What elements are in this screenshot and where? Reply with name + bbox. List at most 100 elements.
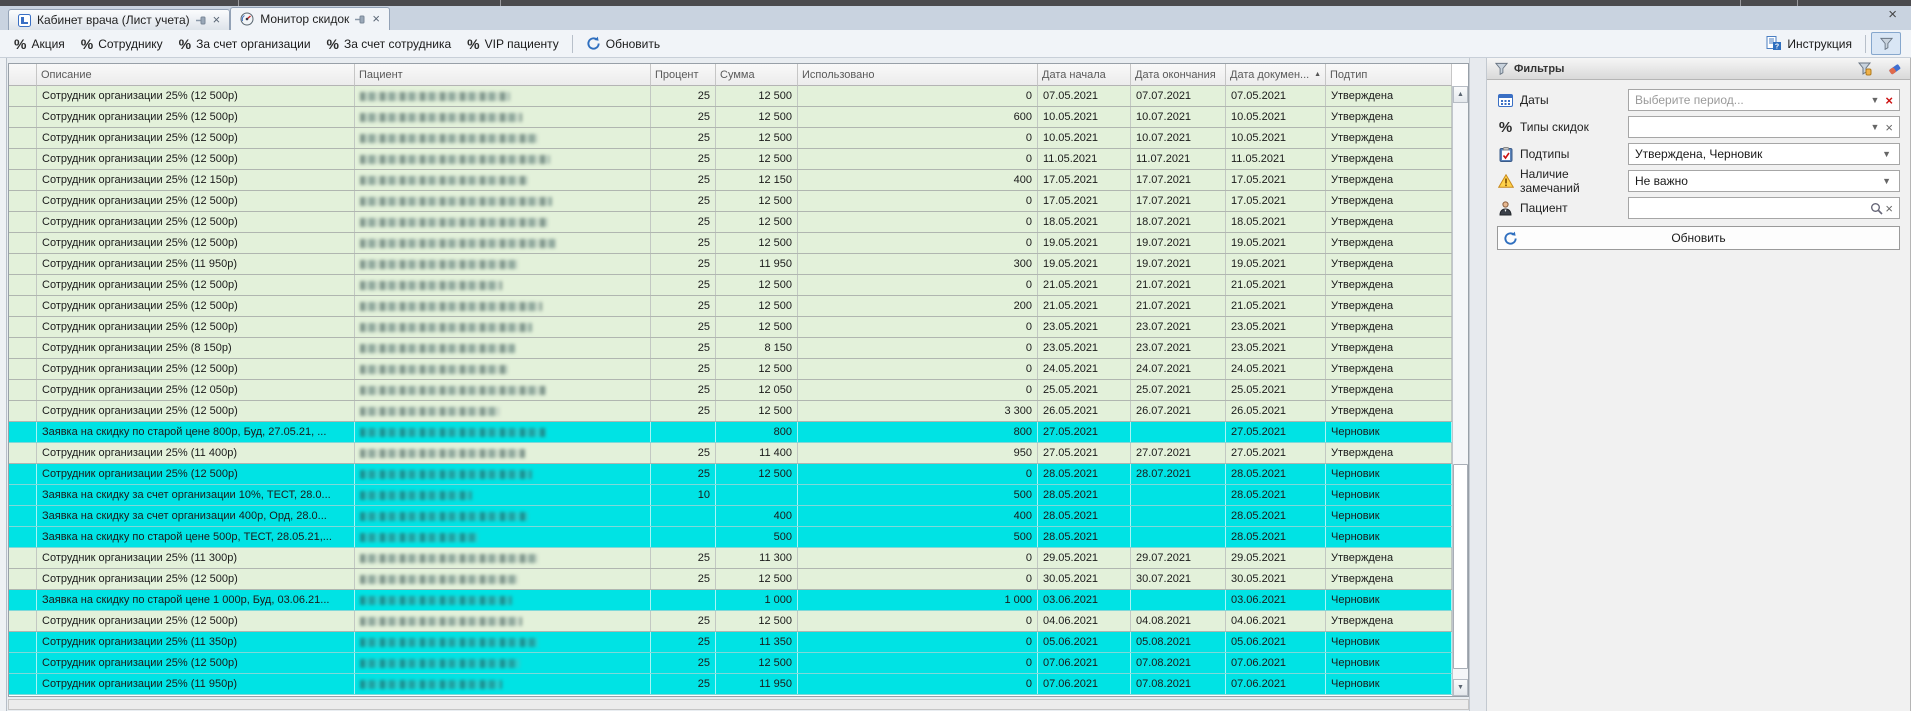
clear-red-icon[interactable]: × xyxy=(1883,93,1895,108)
table-row[interactable]: Сотрудник организации 25% (12 500р)2512 … xyxy=(9,86,1452,107)
scroll-up-icon[interactable]: ▲ xyxy=(1453,86,1468,103)
table-row[interactable]: Сотрудник организации 25% (12 500р)2512 … xyxy=(9,569,1452,590)
cell-start: 24.05.2021 xyxy=(1038,359,1131,379)
table-row[interactable]: Сотрудник организации 25% (11 400р)2511 … xyxy=(9,443,1452,464)
table-row[interactable]: Заявка на скидку по старой цене 800р, Бу… xyxy=(9,422,1452,443)
cell-used: 0 xyxy=(798,233,1038,253)
cell-used: 0 xyxy=(798,191,1038,211)
pin-icon[interactable] xyxy=(196,15,207,26)
left-panel-edge[interactable] xyxy=(0,58,7,711)
table-row[interactable]: Сотрудник организации 25% (11 350р)2511 … xyxy=(9,632,1452,653)
cell-sum: 12 500 xyxy=(716,212,798,232)
horizontal-scrollbar[interactable] xyxy=(8,699,1469,710)
table-row[interactable]: Сотрудник организации 25% (12 500р)2512 … xyxy=(9,191,1452,212)
chevron-down-icon[interactable]: ▼ xyxy=(1878,149,1895,159)
cell-subtype: Утверждена xyxy=(1326,107,1452,127)
table-row[interactable]: Сотрудник организации 25% (11 950р)2511 … xyxy=(9,674,1452,695)
clear-icon[interactable]: × xyxy=(1883,120,1895,135)
close-tab-icon[interactable]: × xyxy=(213,15,221,25)
chevron-down-icon[interactable]: ▼ xyxy=(1866,95,1883,105)
table-row[interactable]: Сотрудник организации 25% (12 500р)2512 … xyxy=(9,464,1452,485)
eraser-icon[interactable] xyxy=(1887,62,1902,75)
filter-discount-types-field[interactable]: ▼× xyxy=(1628,116,1900,138)
cell-doc: 17.05.2021 xyxy=(1226,170,1326,190)
row-indicator-cell xyxy=(9,170,37,190)
filter-remarks-field[interactable]: Не важно▼ xyxy=(1628,170,1900,192)
cell-subtype: Черновик xyxy=(1326,485,1452,505)
cell-sum: 11 950 xyxy=(716,254,798,274)
table-row[interactable]: Сотрудник организации 25% (12 500р)2512 … xyxy=(9,275,1452,296)
cell-start: 05.06.2021 xyxy=(1038,632,1131,652)
table-row[interactable]: Сотрудник организации 25% (11 950р)2511 … xyxy=(9,254,1452,275)
column-header-1[interactable]: Описание xyxy=(37,64,355,86)
refresh-button[interactable]: Обновить xyxy=(578,33,668,54)
table-row[interactable]: Сотрудник организации 25% (12 500р)2512 … xyxy=(9,317,1452,338)
table-row[interactable]: Сотрудник организации 25% (12 500р)2512 … xyxy=(9,401,1452,422)
column-header-2[interactable]: Пациент xyxy=(355,64,651,86)
patient-name-redacted xyxy=(360,197,552,206)
filter-patient-field[interactable]: × xyxy=(1628,197,1900,219)
column-header-4[interactable]: Сумма xyxy=(716,64,798,86)
chevron-down-icon[interactable]: ▼ xyxy=(1878,176,1895,186)
column-header-8[interactable]: Дата докумен...▲ xyxy=(1226,64,1326,86)
column-header-3[interactable]: Процент xyxy=(651,64,716,86)
table-row[interactable]: Сотрудник организации 25% (12 500р)2512 … xyxy=(9,611,1452,632)
chevron-down-icon[interactable]: ▼ xyxy=(1866,122,1883,132)
toolbar-discount-button-1[interactable]: %Акция xyxy=(6,33,73,55)
filter-subtypes-field[interactable]: Утверждена, Черновик▼ xyxy=(1628,143,1900,165)
close-window-icon[interactable]: × xyxy=(1888,8,1897,22)
scrollbar-thumb[interactable] xyxy=(1453,464,1468,668)
scroll-down-icon[interactable]: ▼ xyxy=(1453,679,1468,696)
table-row[interactable]: Заявка на скидку по старой цене 500р, ТЕ… xyxy=(9,527,1452,548)
row-indicator-cell xyxy=(9,506,37,526)
table-row[interactable]: Сотрудник организации 25% (12 500р)2512 … xyxy=(9,128,1452,149)
toolbar-discount-button-5[interactable]: %VIP пациенту xyxy=(459,33,567,55)
table-row[interactable]: Сотрудник организации 25% (12 150р)2512 … xyxy=(9,170,1452,191)
pin-icon[interactable] xyxy=(355,14,366,25)
save-filter-icon[interactable] xyxy=(1858,62,1873,76)
instruction-button[interactable]: ? Инструкция xyxy=(1758,33,1860,54)
row-indicator-cell xyxy=(9,527,37,547)
cell-subtype: Утверждена xyxy=(1326,86,1452,106)
table-row[interactable]: Сотрудник организации 25% (12 500р)2512 … xyxy=(9,233,1452,254)
table-row[interactable]: Сотрудник организации 25% (12 500р)2512 … xyxy=(9,212,1452,233)
cell-sum: 12 500 xyxy=(716,569,798,589)
cell-start: 27.05.2021 xyxy=(1038,422,1131,442)
toolbar-discount-button-4[interactable]: %За счет сотрудника xyxy=(319,33,460,55)
cell-desc: Сотрудник организации 25% (12 500р) xyxy=(37,464,355,484)
column-header-9[interactable]: Подтип xyxy=(1326,64,1452,86)
cell-end: 26.07.2021 xyxy=(1131,401,1226,421)
table-row[interactable]: Сотрудник организации 25% (12 500р)2512 … xyxy=(9,653,1452,674)
table-row[interactable]: Сотрудник организации 25% (12 500р)2512 … xyxy=(9,149,1452,170)
table-row[interactable]: Сотрудник организации 25% (12 500р)2512 … xyxy=(9,107,1452,128)
tab-discount-monitor[interactable]: Монитор скидок × xyxy=(230,7,390,30)
table-row[interactable]: Заявка на скидку за счет организации 400… xyxy=(9,506,1452,527)
toolbar-discount-button-3[interactable]: %За счет организации xyxy=(171,33,319,55)
column-header-7[interactable]: Дата окончания xyxy=(1131,64,1226,86)
filter-panel-toggle-button[interactable] xyxy=(1871,32,1901,55)
vertical-scrollbar[interactable]: ▲ ▼ xyxy=(1452,86,1468,696)
cell-end: 24.07.2021 xyxy=(1131,359,1226,379)
cell-start: 26.05.2021 xyxy=(1038,401,1131,421)
tab-doctor-cabinet[interactable]: Кабинет врача (Лист учета) × xyxy=(8,9,230,30)
column-header-6[interactable]: Дата начала xyxy=(1038,64,1131,86)
table-row[interactable]: Сотрудник организации 25% (12 050р)2512 … xyxy=(9,380,1452,401)
table-row[interactable]: Сотрудник организации 25% (8 150р)258 15… xyxy=(9,338,1452,359)
cell-doc: 07.06.2021 xyxy=(1226,674,1326,694)
table-row[interactable]: Сотрудник организации 25% (11 300р)2511 … xyxy=(9,548,1452,569)
toolbar-discount-button-2[interactable]: %Сотруднику xyxy=(73,33,171,55)
filter-label: Пациент xyxy=(1520,201,1628,215)
cell-patient xyxy=(355,254,651,274)
table-row[interactable]: Сотрудник организации 25% (12 500р)2512 … xyxy=(9,296,1452,317)
panel-splitter[interactable] xyxy=(1469,58,1487,711)
filters-refresh-button[interactable]: Обновить xyxy=(1497,226,1900,250)
table-row[interactable]: Заявка на скидку по старой цене 1 000р, … xyxy=(9,590,1452,611)
clear-icon[interactable]: × xyxy=(1883,201,1895,216)
search-icon[interactable] xyxy=(1870,202,1883,215)
cell-subtype: Утверждена xyxy=(1326,401,1452,421)
filter-dates-field[interactable]: Выберите период...▼× xyxy=(1628,89,1900,111)
close-tab-icon[interactable]: × xyxy=(372,14,380,24)
table-row[interactable]: Заявка на скидку за счет организации 10%… xyxy=(9,485,1452,506)
table-row[interactable]: Сотрудник организации 25% (12 500р)2512 … xyxy=(9,359,1452,380)
column-header-5[interactable]: Использовано xyxy=(798,64,1038,86)
